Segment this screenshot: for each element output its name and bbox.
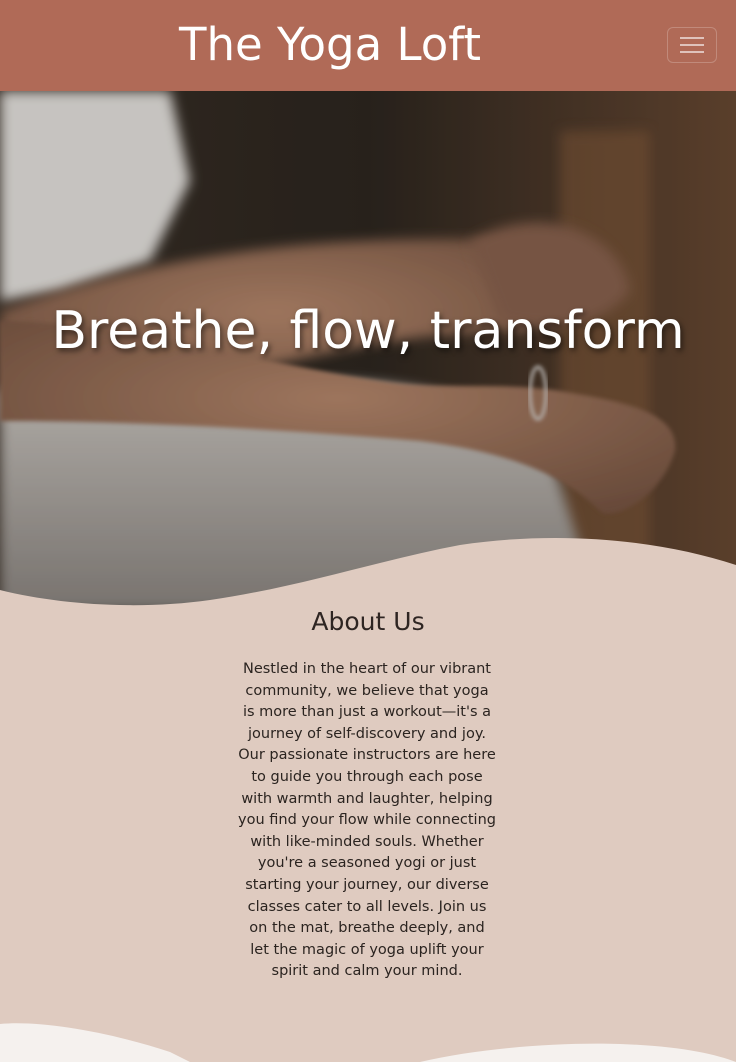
- section-wave-divider: [0, 537, 736, 615]
- hero-section: Breathe, flow, transform: [0, 91, 736, 611]
- hero-title: Breathe, flow, transform: [51, 301, 685, 361]
- brand-logo-link[interactable]: The Yoga Loft: [179, 14, 481, 76]
- about-heading: About Us: [311, 607, 425, 636]
- navbar-toggler-button[interactable]: [667, 27, 717, 63]
- about-paragraph: Nestled in the heart of our vibrant comm…: [238, 661, 496, 980]
- footer-wave-divider: [0, 1023, 736, 1062]
- hamburger-icon: [680, 37, 704, 53]
- navbar: The Yoga Loft: [0, 0, 736, 91]
